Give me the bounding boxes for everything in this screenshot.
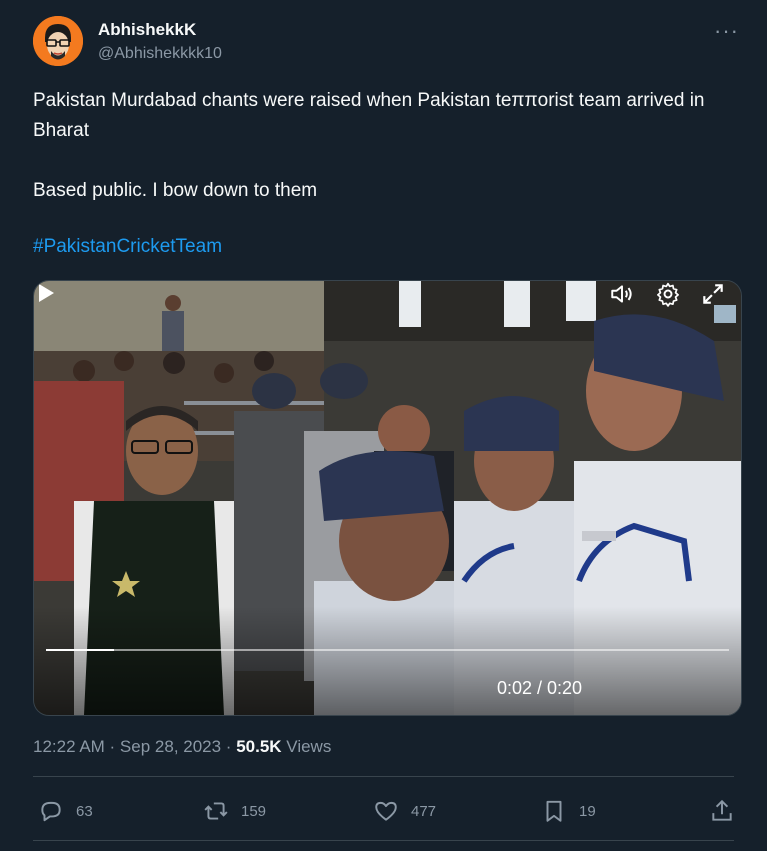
divider [33,840,734,841]
more-options-icon[interactable]: ··· [714,18,739,44]
tweet-meta: 12:22 AM · Sep 28, 2023 · 50.5K Views [33,737,331,757]
reply-button[interactable]: 63 [38,796,93,826]
reply-icon [41,801,61,822]
bookmark-count: 19 [579,802,596,820]
volume-icon[interactable] [609,281,635,307]
author-handle[interactable]: @Abhishekkkk10 [98,45,222,63]
video-progress-bar[interactable] [46,649,729,651]
retweet-count: 159 [241,802,267,820]
fullscreen-icon[interactable] [700,281,726,307]
share-button[interactable] [709,796,747,826]
bookmark-button[interactable]: 19 [541,796,596,826]
retweet-button[interactable]: 159 [203,796,266,826]
views-label: Views [281,737,332,756]
divider [33,776,734,777]
tweet-card: AbhishekkK @Abhishekkkk10 ··· Pakistan M… [0,0,767,851]
tweet-text-line2: Based public. I bow down to them [33,180,318,201]
author-name[interactable]: AbhishekkK [98,20,196,40]
play-icon[interactable] [34,281,58,305]
avatar-cartoon-icon [33,16,83,66]
like-count: 477 [411,802,437,820]
bookmark-icon [546,800,562,822]
video-player[interactable]: 0:02 / 0:20 [33,280,742,716]
avatar[interactable] [33,16,83,66]
reply-count: 63 [76,802,93,820]
views-count: 50.5K [236,737,282,756]
share-icon [712,799,732,821]
retweet-icon [204,802,228,820]
video-time: 0:02 / 0:20 [497,678,583,698]
video-progress-fill [46,649,115,651]
settings-gear-icon[interactable] [655,281,681,307]
like-button[interactable]: 477 [373,796,436,826]
hashtag-link[interactable]: #PakistanCricketTeam [33,236,222,258]
tweet-text-line1: Pakistan Murdabad chants were raised whe… [33,90,705,141]
heart-icon [375,801,397,821]
timestamp[interactable]: 12:22 AM · Sep 28, 2023 · [33,737,236,756]
